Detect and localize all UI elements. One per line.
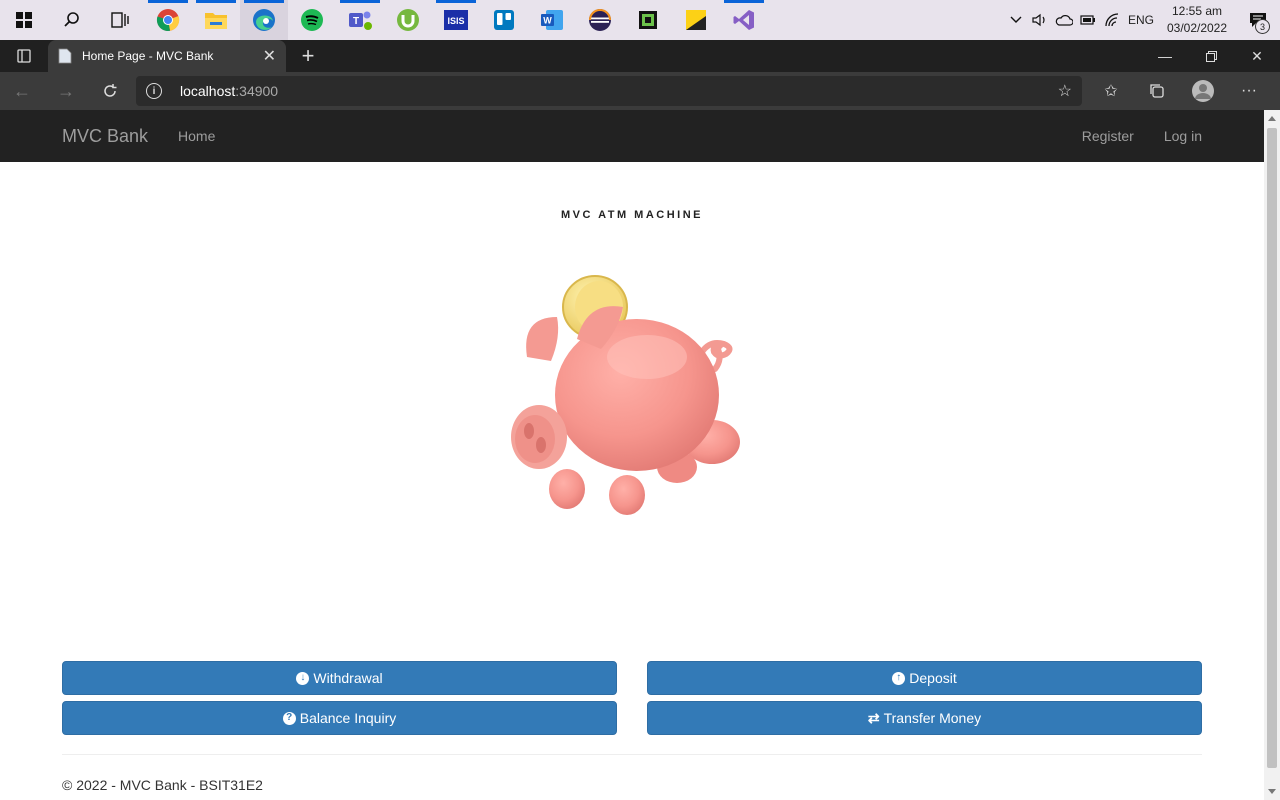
balance-inquiry-button[interactable]: ? Balance Inquiry [62,701,617,735]
windows-taskbar: T ISIS W ENG 12:55 am 03/02/2022 3 [0,0,1280,40]
svg-text:W: W [543,16,552,26]
close-window-icon[interactable]: ✕ [1234,40,1280,72]
visual-studio-icon[interactable] [720,0,768,40]
notification-center[interactable]: 3 [1236,0,1280,40]
page-icon [58,48,72,64]
add-favorite-icon[interactable]: ☆ [1058,81,1072,101]
notification-badge: 3 [1255,19,1270,34]
footer-divider [62,754,1202,755]
edge-icon[interactable] [240,0,288,40]
browser-tab[interactable]: Home Page - MVC Bank ✕ [48,40,286,72]
browser-tab-strip: Home Page - MVC Bank ✕ + — ✕ [0,40,1280,72]
refresh-icon[interactable] [88,72,132,110]
scroll-thumb[interactable] [1267,128,1277,768]
circle-arrow-up-icon: ↑ [892,671,906,685]
chevron-up-icon[interactable] [1004,0,1028,40]
tab-title: Home Page - MVC Bank [82,49,214,63]
profile-avatar[interactable] [1180,72,1226,110]
tab-actions-icon[interactable] [0,40,48,72]
collections-icon[interactable] [1134,72,1180,110]
balance-inquiry-label: Balance Inquiry [299,710,397,726]
clock-date: 03/02/2022 [1166,21,1228,35]
deposit-button[interactable]: ↑ Deposit [647,661,1202,695]
page-scrollbar[interactable] [1264,110,1280,800]
new-tab-icon[interactable]: + [290,40,326,72]
battery-icon[interactable] [1076,0,1100,40]
back-icon[interactable]: ← [0,72,44,110]
isis-icon[interactable]: ISIS [432,0,480,40]
page-title: MVC ATM MACHINE [561,209,703,221]
chrome-icon[interactable] [144,0,192,40]
transfer-money-label: Transfer Money [883,710,982,726]
cpu-z-icon[interactable] [624,0,672,40]
address-bar[interactable]: i localhost:34900 ☆ [136,76,1082,106]
favorites-icon[interactable]: ✩ [1088,72,1134,110]
transfer-arrows-icon: ⇄ [867,709,880,726]
svg-text:ISIS: ISIS [447,16,464,26]
page-viewport: MVC Bank Home Register Log in MVC ATM MA… [0,110,1264,800]
forward-icon[interactable]: → [44,72,88,110]
scroll-up-icon[interactable] [1268,116,1276,121]
browser-toolbar: ← → i localhost:34900 ☆ ✩ ··· [0,72,1280,110]
search-icon[interactable] [48,0,96,40]
trello-icon[interactable] [480,0,528,40]
teams-icon[interactable]: T [336,0,384,40]
sticky-notes-icon[interactable] [672,0,720,40]
question-circle-icon: ? [282,711,296,725]
deposit-label: Deposit [909,670,957,686]
scroll-down-icon[interactable] [1268,789,1276,794]
nav-login-link[interactable]: Log in [1164,128,1202,144]
url-port: :34900 [235,83,279,99]
url-host: localhost [180,83,236,99]
wifi-icon[interactable] [1100,0,1124,40]
file-explorer-icon[interactable] [192,0,240,40]
task-view-icon[interactable] [96,0,144,40]
volume-icon[interactable] [1028,0,1052,40]
minimize-icon[interactable]: — [1142,40,1188,72]
windows-start-icon[interactable] [0,0,48,40]
transfer-money-button[interactable]: ⇄ Transfer Money [647,701,1202,735]
word-icon[interactable]: W [528,0,576,40]
utorrent-icon[interactable] [384,0,432,40]
spotify-icon[interactable] [288,0,336,40]
restore-icon[interactable] [1188,40,1234,72]
close-tab-icon[interactable]: ✕ [263,46,276,66]
language-indicator[interactable]: ENG [1124,13,1158,27]
nav-register-link[interactable]: Register [1082,128,1134,144]
site-info-icon[interactable]: i [146,83,162,99]
piggy-bank-image [511,275,740,515]
circle-arrow-down-icon: ↓ [296,671,310,685]
withdrawal-label: Withdrawal [313,670,383,686]
more-menu-icon[interactable]: ··· [1226,72,1272,110]
nav-home-link[interactable]: Home [178,128,215,144]
clock-time: 12:55 am [1171,4,1223,18]
brand-link[interactable]: MVC Bank [62,126,148,147]
eclipse-icon[interactable] [576,0,624,40]
footer-text: © 2022 - MVC Bank - BSIT31E2 [62,777,263,793]
clock[interactable]: 12:55 am 03/02/2022 [1158,3,1236,37]
atm-actions: ↓ Withdrawal ↑ Deposit ? Balance Inquiry… [62,661,1202,735]
svg-text:T: T [353,16,359,27]
withdrawal-button[interactable]: ↓ Withdrawal [62,661,617,695]
site-navbar: MVC Bank Home Register Log in [0,110,1264,162]
onedrive-icon[interactable] [1052,0,1076,40]
